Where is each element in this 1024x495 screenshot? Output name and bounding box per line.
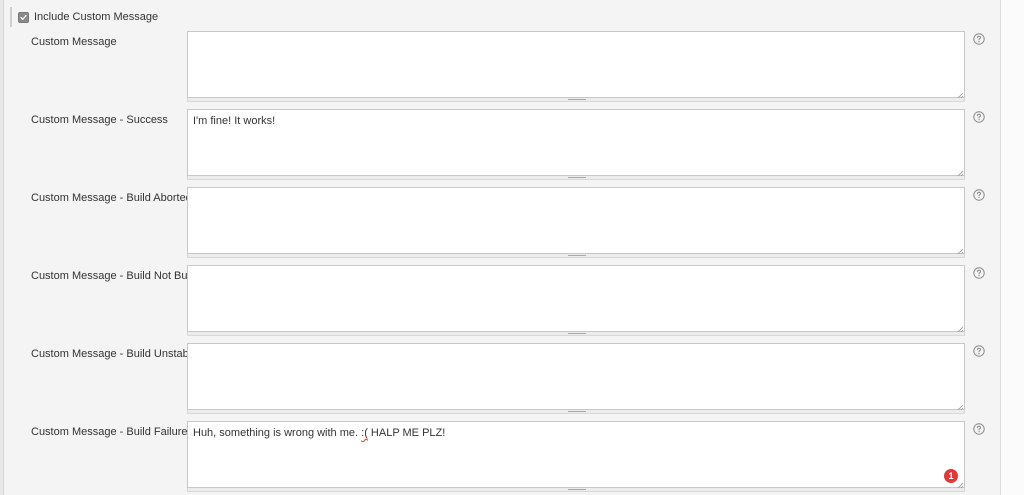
resize-grip-icon (568, 489, 586, 490)
field-row-build-unstable: Custom Message - Build Unstable (0, 343, 1000, 419)
section-indent-bar (10, 7, 12, 27)
build-aborted-textarea[interactable] (187, 187, 965, 254)
custom-message-config-panel: Include Custom Message Custom Message Cu… (0, 0, 1024, 495)
textarea-resize-bar[interactable] (187, 98, 965, 102)
textarea-resize-bar[interactable] (187, 488, 965, 492)
error-count-badge[interactable]: 1 (944, 469, 958, 483)
textarea-text: HALP ME PLZ! (367, 427, 446, 439)
resize-grip-icon (568, 255, 586, 256)
help-circle-icon[interactable] (973, 345, 985, 357)
success-textarea-wrapper: I'm fine! It works! (187, 109, 965, 180)
textarea-resize-bar[interactable] (187, 176, 965, 180)
field-label: Custom Message - Build Not Built (31, 270, 196, 282)
checkmark-icon (20, 14, 27, 20)
field-label: Custom Message - Build Failure (31, 426, 188, 438)
build-unstable-textarea-wrapper (187, 343, 965, 414)
help-circle-icon[interactable] (973, 189, 985, 201)
resize-grip-icon (568, 177, 586, 178)
help-circle-icon[interactable] (973, 33, 985, 45)
field-label: Custom Message - Success (31, 114, 168, 126)
textarea-resize-bar[interactable] (187, 254, 965, 258)
field-row-success: Custom Message - Success I'm fine! It wo… (0, 109, 1000, 185)
field-row-build-aborted: Custom Message - Build Aborted (0, 187, 1000, 263)
include-custom-message-row[interactable]: Include Custom Message (18, 10, 158, 24)
build-not-built-textarea[interactable] (187, 265, 965, 332)
resize-grip-icon (568, 99, 586, 100)
right-panel (1001, 0, 1024, 495)
include-custom-message-checkbox[interactable] (18, 11, 29, 23)
textarea-resize-bar[interactable] (187, 410, 965, 414)
build-aborted-textarea-wrapper (187, 187, 965, 258)
include-custom-message-label: Include Custom Message (34, 11, 159, 23)
success-message-textarea[interactable]: I'm fine! It works! (187, 109, 965, 176)
custom-message-textarea-wrapper (187, 31, 965, 102)
field-label: Custom Message - Build Aborted (31, 192, 192, 204)
build-unstable-textarea[interactable] (187, 343, 965, 410)
help-circle-icon[interactable] (973, 267, 985, 279)
resize-grip-icon (568, 411, 586, 412)
field-row-custom-message: Custom Message (0, 31, 1000, 107)
textarea-text: Huh, something is wrong with me. (193, 427, 362, 439)
field-label: Custom Message - Build Unstable (31, 348, 198, 360)
build-not-built-textarea-wrapper (187, 265, 965, 336)
build-failure-textarea[interactable]: Huh, something is wrong with me. :( HALP… (187, 421, 965, 488)
resize-grip-icon (568, 333, 586, 334)
spellcheck-flagged-word[interactable]: :( (361, 427, 368, 439)
field-label: Custom Message (31, 36, 117, 48)
help-circle-icon[interactable] (973, 111, 985, 123)
custom-message-textarea[interactable] (187, 31, 965, 98)
textarea-resize-bar[interactable] (187, 332, 965, 336)
field-row-build-not-built: Custom Message - Build Not Built (0, 265, 1000, 341)
build-failure-textarea-wrapper: Huh, something is wrong with me. :( HALP… (187, 421, 965, 492)
field-row-build-failure: Custom Message - Build Failure Huh, some… (0, 421, 1000, 495)
help-circle-icon[interactable] (973, 423, 985, 435)
